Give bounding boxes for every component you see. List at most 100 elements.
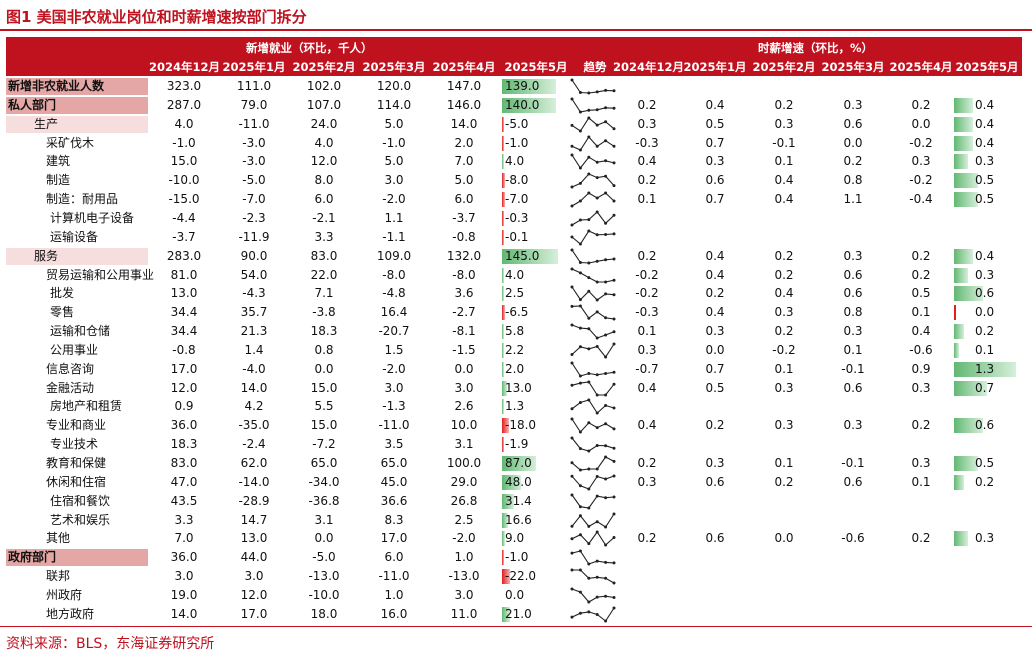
- trend-line: [571, 399, 615, 415]
- table-row: 艺术和娱乐 3.3 14.7 3.1 8.3 2.5 16.6: [6, 511, 1022, 530]
- trend-point: [595, 210, 599, 214]
- jobs-value: -11.0: [378, 569, 410, 584]
- jobs-data-bar: [502, 135, 504, 151]
- jobs-value-latest: 2.5: [505, 286, 525, 301]
- trend-sparkline: [570, 549, 616, 566]
- trend-point: [587, 398, 591, 402]
- jobs-value: -4.3: [242, 286, 266, 301]
- jobs-value: 43.5: [170, 493, 198, 508]
- wage-value: 0.2: [911, 531, 931, 546]
- trend-point: [587, 290, 591, 294]
- wage-value: 0.4: [705, 97, 725, 112]
- trend-point: [595, 259, 599, 263]
- jobs-value: -2.4: [242, 437, 266, 452]
- trend-sparkline: [570, 436, 616, 453]
- trend-sparkline: [570, 455, 616, 472]
- table-row: 生产 4.0 -11.0 24.0 5.0 14.0 -5.0 0.3 0.5 0.3 0.6 0.0…: [6, 115, 1022, 134]
- wages-column-header: 2025年4月: [889, 60, 953, 74]
- jobs-value: -3.7: [452, 210, 476, 225]
- trend-point: [578, 447, 582, 451]
- trend-sparkline: [570, 361, 616, 378]
- row-label: 信息咨询: [46, 361, 95, 376]
- wage-value: 0.2: [637, 531, 657, 546]
- jobs-value: -1.0: [172, 135, 196, 150]
- wage-value: 0.2: [911, 267, 931, 282]
- table-row: 制造：耐用品 -15.0 -7.0 6.0 -2.0 6.0 -7.0 0.1 0.7 0.4 1.…: [6, 190, 1022, 209]
- wage-value: 0.7: [705, 361, 725, 376]
- trend-point: [578, 374, 582, 378]
- wage-value: 0.1: [637, 192, 657, 207]
- jobs-value: 323.0: [166, 79, 202, 93]
- jobs-value: 4.0: [174, 116, 194, 131]
- trend-point: [570, 352, 574, 356]
- jobs-value: 3.3: [314, 229, 334, 244]
- trend-point: [578, 242, 582, 246]
- wage-value-latest: 1.3: [975, 361, 995, 376]
- trend-point: [612, 89, 616, 93]
- table-row: 休闲和住宿 47.0 -14.0 -34.0 45.0 29.0 48.0 0.3 0.6 0.2…: [6, 473, 1022, 492]
- jobs-value: -4.4: [172, 210, 196, 225]
- jobs-value: 15.0: [170, 154, 198, 169]
- trend-point: [570, 285, 574, 289]
- wage-value: -0.6: [909, 342, 933, 357]
- jobs-value-latest: 9.0: [505, 531, 525, 546]
- trend-line: [571, 249, 615, 264]
- jobs-value: -2.0: [382, 192, 406, 207]
- wage-value: 0.3: [843, 324, 863, 339]
- jobs-value: 2.0: [454, 135, 474, 150]
- jobs-value: 36.0: [170, 418, 198, 433]
- trend-line: [571, 456, 615, 471]
- jobs-value: 26.8: [450, 493, 478, 508]
- wages-column-header: 2025年5月: [955, 60, 1019, 74]
- jobs-value: 1.1: [384, 210, 404, 225]
- trend-point: [570, 436, 574, 440]
- trend-point: [604, 576, 608, 580]
- trend-point: [587, 91, 591, 95]
- wage-value: 0.3: [774, 380, 794, 395]
- wage-value-latest: 0.5: [975, 192, 995, 207]
- table-row: 住宿和餐饮 43.5 -28.9 -36.8 36.6 26.8 31.4: [6, 492, 1022, 511]
- trend-sparkline: [570, 323, 616, 340]
- row-label: 贸易运输和公用事业: [46, 267, 155, 282]
- trend-line: [571, 211, 615, 226]
- wage-value: 0.3: [705, 456, 725, 470]
- trend-point: [604, 257, 608, 261]
- trend-point: [587, 261, 591, 265]
- table-row: 新增非农就业人数 323.0 111.0 102.0 120.0 147.0 139.0: [6, 77, 1022, 96]
- jobs-value: -10.0: [308, 587, 340, 602]
- trend-point: [587, 524, 591, 528]
- trend-point: [604, 159, 608, 163]
- wage-value: 0.1: [774, 456, 794, 470]
- trend-point: [604, 444, 608, 448]
- jobs-value: -35.0: [238, 418, 270, 433]
- trend-point: [604, 333, 608, 337]
- jobs-column-header: 2025年4月: [432, 60, 496, 74]
- table-row: 公用事业 -0.8 1.4 0.8 1.5 -1.5 2.2 0.3 0.0 -0.2 0.1 -0.…: [6, 341, 1022, 360]
- trend-line: [571, 607, 615, 622]
- jobs-value: 3.0: [384, 173, 404, 188]
- trend-line: [571, 79, 615, 94]
- jobs-value-latest: -1.9: [505, 437, 529, 452]
- jobs-value: 14.0: [240, 380, 268, 395]
- jobs-value: -8.0: [452, 267, 476, 282]
- jobs-value-latest: 139.0: [505, 79, 540, 93]
- trend-point: [587, 487, 591, 491]
- trend-point: [604, 316, 608, 320]
- trend-point: [587, 191, 591, 195]
- jobs-value: 100.0: [446, 456, 482, 470]
- wage-value: 0.1: [911, 474, 931, 489]
- trend-sparkline: [570, 512, 616, 529]
- wage-value-latest: 0.4: [975, 97, 995, 112]
- table-row: 服务 283.0 90.0 83.0 109.0 132.0 145.0 0.2 0.4 0.2 0…: [6, 247, 1022, 266]
- trend-sparkline: [570, 568, 616, 585]
- trend-point: [587, 467, 591, 471]
- jobs-value: -0.8: [172, 342, 196, 357]
- jobs-value: -8.1: [452, 324, 476, 339]
- trend-point: [595, 233, 599, 237]
- jobs-value: 120.0: [376, 79, 412, 93]
- trend-point: [604, 561, 608, 565]
- jobs-value: 13.0: [170, 286, 198, 301]
- trend-point: [604, 404, 608, 408]
- trend-point: [604, 477, 608, 481]
- jobs-value: 3.6: [454, 286, 474, 301]
